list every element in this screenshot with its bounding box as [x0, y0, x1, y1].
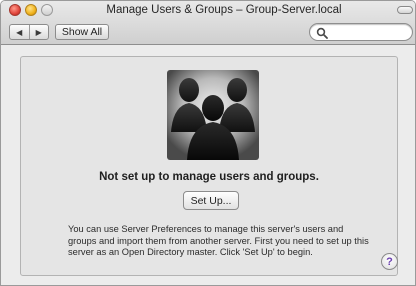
close-window-button[interactable] — [9, 4, 21, 16]
back-arrow-icon[interactable]: ◀ — [10, 25, 29, 39]
toolbar: Manage Users & Groups – Group-Server.loc… — [1, 1, 415, 45]
help-icon: ? — [386, 255, 393, 268]
minimize-window-button[interactable] — [25, 4, 37, 16]
preferences-window: Manage Users & Groups – Group-Server.loc… — [0, 0, 416, 286]
not-set-up-heading: Not set up to manage users and groups. — [99, 171, 319, 183]
forward-arrow-icon[interactable]: ▶ — [28, 25, 49, 39]
back-forward-control: ◀ ▶ — [9, 24, 49, 40]
window-title: Manage Users & Groups – Group-Server.loc… — [106, 4, 342, 16]
toolbar-toggle-button[interactable] — [397, 6, 413, 14]
search-input[interactable] — [330, 25, 408, 39]
zoom-window-button[interactable] — [41, 4, 53, 16]
search-icon — [316, 27, 328, 39]
search-field[interactable] — [309, 23, 413, 41]
help-button[interactable]: ? — [381, 253, 398, 270]
show-all-button[interactable]: Show All — [55, 24, 109, 40]
set-up-button[interactable]: Set Up... — [183, 191, 239, 210]
users-group-icon — [167, 70, 259, 160]
content-panel: Not set up to manage users and groups. S… — [20, 56, 398, 276]
setup-description: You can use Server Preferences to manage… — [68, 224, 369, 258]
